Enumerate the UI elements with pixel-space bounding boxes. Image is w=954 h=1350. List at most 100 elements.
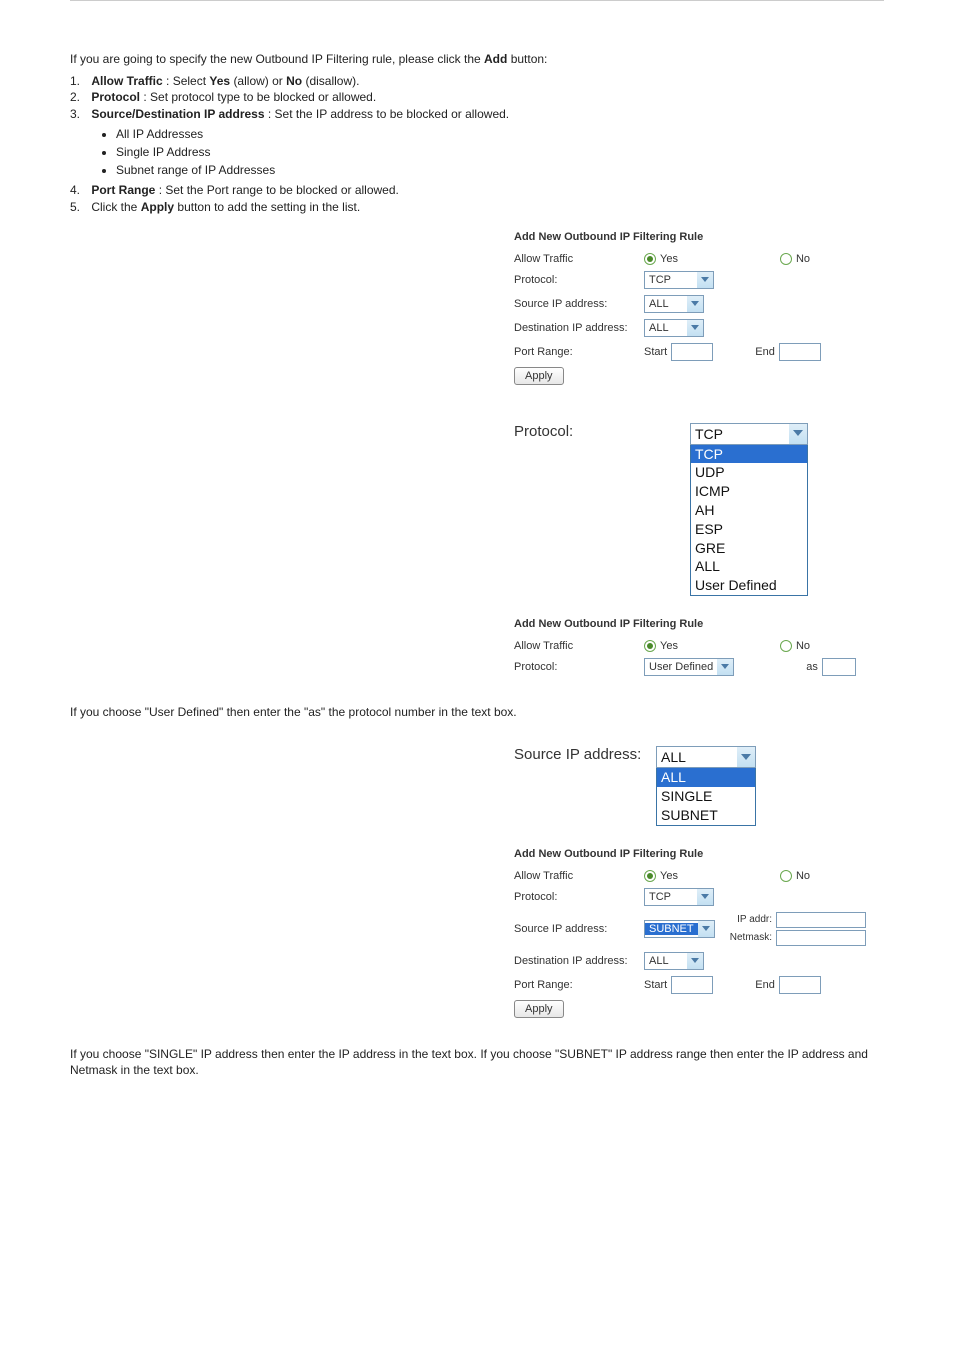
page: If you are going to specify the new Outb… <box>70 0 884 1078</box>
opt-userdefined[interactable]: User Defined <box>691 576 807 595</box>
protocol-value: User Defined <box>645 661 717 673</box>
panel3: Add New Outbound IP Filtering Rule Allow… <box>514 844 866 1028</box>
panel2-protocol-label: Protocol: <box>514 661 644 673</box>
radio-off-icon <box>780 870 792 882</box>
opt-udp[interactable]: UDP <box>691 463 807 482</box>
radio-off-icon <box>780 640 792 652</box>
chevron-down-icon <box>717 659 733 675</box>
step5-num: 5. <box>70 199 88 215</box>
step2-num: 2. <box>70 89 88 105</box>
radio-on-icon <box>644 253 656 265</box>
port-start-input[interactable] <box>671 976 713 994</box>
panel3-dstip-select[interactable]: ALL <box>644 952 704 970</box>
opt-tcp[interactable]: TCP <box>691 445 807 464</box>
netmask-label: Netmask: <box>728 932 772 943</box>
panel1-allow-label: Allow Traffic <box>514 253 644 265</box>
port-end-input[interactable] <box>779 343 821 361</box>
step3-num: 3. <box>70 106 88 122</box>
panel2-no-radio[interactable]: No <box>780 640 810 652</box>
ipaddr-label: IP addr: <box>728 914 772 925</box>
srcip-select-big[interactable]: ALL <box>656 746 756 768</box>
step5-a: Click the <box>91 200 140 214</box>
intro-line1-bold: Add <box>484 52 507 66</box>
end-label: End <box>755 979 775 991</box>
opt-all[interactable]: ALL <box>657 768 755 787</box>
panel1-dstip-select[interactable]: ALL <box>644 319 704 337</box>
protocol-dropdown-list[interactable]: TCP UDP ICMP AH ESP GRE ALL User Defined <box>690 445 808 596</box>
chevron-down-icon <box>697 889 713 905</box>
port-start-input[interactable] <box>671 343 713 361</box>
protocol-select-big[interactable]: TCP <box>690 423 808 445</box>
intro-text: If you are going to specify the new Outb… <box>70 51 884 215</box>
radio-on-icon <box>644 870 656 882</box>
protocol-dropdown-figure: Protocol: TCP TCP UDP ICMP AH ESP GRE AL… <box>514 423 808 596</box>
intro2-text: If you choose "User Defined" then enter … <box>70 705 517 719</box>
srcip-value: ALL <box>645 298 687 310</box>
intro-line1-a: If you are going to specify the new Outb… <box>70 52 484 66</box>
chevron-down-icon <box>737 747 755 767</box>
panel3-allow-label: Allow Traffic <box>514 870 644 882</box>
yes-label: Yes <box>660 253 678 265</box>
opt-subnet[interactable]: SUBNET <box>657 806 755 825</box>
chevron-down-icon <box>697 272 713 288</box>
bullet-single: Single IP Address <box>116 144 884 160</box>
panel1-protocol-select[interactable]: TCP <box>644 271 714 289</box>
panel2-allow-label: Allow Traffic <box>514 640 644 652</box>
panel2-protocol-select[interactable]: User Defined <box>644 658 734 676</box>
chevron-down-icon <box>698 921 714 937</box>
panel3-no-radio[interactable]: No <box>780 870 810 882</box>
ipaddr-input[interactable] <box>776 912 866 928</box>
srcip-dropdown-figure: Source IP address: ALL ALL SINGLE SUBNET <box>514 746 756 825</box>
bullet-subnet: Subnet range of IP Addresses <box>116 162 884 178</box>
step1-num: 1. <box>70 73 88 89</box>
protocol-selected-big: TCP <box>691 426 789 442</box>
protocol-label-big: Protocol: <box>514 423 573 440</box>
step3-b: : Set the IP address to be blocked or al… <box>268 107 509 121</box>
panel2-yes-radio[interactable]: Yes <box>644 640 678 652</box>
no-label: No <box>796 640 810 652</box>
opt-all[interactable]: ALL <box>691 557 807 576</box>
start-label: Start <box>644 346 667 358</box>
step1-a: Allow Traffic <box>91 74 162 88</box>
panel3-protocol-label: Protocol: <box>514 891 644 903</box>
srcip-dropdown-list[interactable]: ALL SINGLE SUBNET <box>656 768 756 825</box>
panel1-yes-radio[interactable]: Yes <box>644 253 678 265</box>
panel1-title: Add New Outbound IP Filtering Rule <box>514 231 866 243</box>
panel3-yes-radio[interactable]: Yes <box>644 870 678 882</box>
srcip-selected-big: ALL <box>657 749 737 765</box>
panel3-title: Add New Outbound IP Filtering Rule <box>514 848 866 860</box>
no-label: No <box>796 253 810 265</box>
chevron-down-icon <box>687 296 703 312</box>
no-label: No <box>796 870 810 882</box>
step1-d: (allow) or <box>233 74 286 88</box>
chevron-down-icon <box>789 424 807 444</box>
apply-button[interactable]: Apply <box>514 1000 564 1018</box>
panel3-srcip-select[interactable]: SUBNET <box>644 920 715 938</box>
opt-single[interactable]: SINGLE <box>657 787 755 806</box>
panel1-srcip-select[interactable]: ALL <box>644 295 704 313</box>
opt-icmp[interactable]: ICMP <box>691 482 807 501</box>
panel3-dstip-label: Destination IP address: <box>514 955 644 967</box>
as-input[interactable] <box>822 658 856 676</box>
opt-esp[interactable]: ESP <box>691 520 807 539</box>
protocol-value: TCP <box>645 891 697 903</box>
panel3-protocol-select[interactable]: TCP <box>644 888 714 906</box>
srcip-label-big: Source IP address: <box>514 746 641 763</box>
radio-on-icon <box>644 640 656 652</box>
port-end-input[interactable] <box>779 976 821 994</box>
bullet-all: All IP Addresses <box>116 126 884 142</box>
panel1-dstip-label: Destination IP address: <box>514 322 644 334</box>
opt-gre[interactable]: GRE <box>691 539 807 558</box>
panel1-no-radio[interactable]: No <box>780 253 810 265</box>
panel2-title: Add New Outbound IP Filtering Rule <box>514 618 866 630</box>
opt-ah[interactable]: AH <box>691 501 807 520</box>
netmask-input[interactable] <box>776 930 866 946</box>
step4-num: 4. <box>70 182 88 198</box>
step4-b: : Set the Port range to be blocked or al… <box>159 183 399 197</box>
end-label: End <box>755 346 775 358</box>
step2-a: Protocol <box>91 90 140 104</box>
apply-button[interactable]: Apply <box>514 367 564 385</box>
start-label: Start <box>644 979 667 991</box>
panel3-srcip-label: Source IP address: <box>514 923 644 935</box>
dstip-value: ALL <box>645 955 687 967</box>
